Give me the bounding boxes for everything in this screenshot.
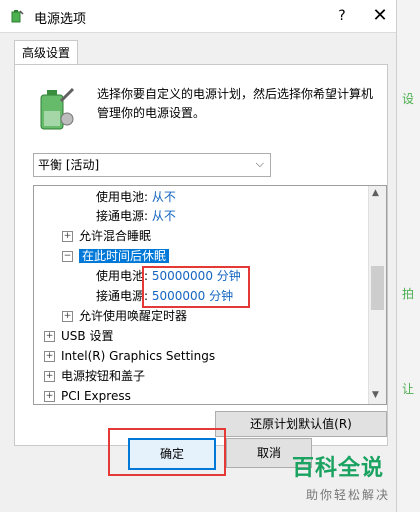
title-bar[interactable]: 电源选项 ? ✕: [0, 0, 396, 33]
expand-icon[interactable]: +: [44, 371, 55, 382]
tree-row-power-buttons-lid[interactable]: + 电源按钮和盖子: [44, 367, 145, 386]
tab-advanced-settings[interactable]: 高级设置: [14, 40, 78, 65]
tree-row-label: 接通电源:: [96, 209, 149, 223]
expand-icon[interactable]: +: [44, 391, 55, 402]
watermark-title: 百科全说: [292, 456, 385, 481]
tree-row-intel-graphics[interactable]: + Intel(R) Graphics Settings: [44, 347, 215, 366]
close-button[interactable]: ✕: [368, 3, 392, 29]
scroll-down-icon[interactable]: ▼: [372, 390, 379, 400]
tree-row-sleep-battery[interactable]: 使用电池: 从不: [96, 188, 176, 207]
power-plan-icon: [40, 87, 75, 130]
tree-row-wake-timers[interactable]: + 允许使用唤醒定时器: [62, 307, 187, 326]
tree-row-pci-express[interactable]: + PCI Express: [44, 387, 131, 404]
tab-strip: 高级设置: [14, 40, 386, 65]
tree-row-label: USB 设置: [61, 329, 114, 343]
strip-text-1: 设: [402, 92, 415, 106]
advanced-settings-panel: 选择你要自定义的电源计划，然后选择你希望计算机管理你的电源设置。 平衡 [活动]…: [14, 64, 388, 446]
watermark-subtitle: 助你轻松解决: [306, 488, 391, 502]
tree-row-label: 接通电源:: [96, 289, 149, 303]
tree-row-value[interactable]: 从不: [152, 190, 176, 204]
description-text: 选择你要自定义的电源计划，然后选择你希望计算机管理你的电源设置。: [97, 87, 374, 120]
watermark: 百科全说 助你轻松解决: [292, 450, 412, 510]
expand-icon[interactable]: +: [62, 231, 73, 242]
tree-row-hibernate-after[interactable]: − 在此时间后休眠: [62, 247, 170, 266]
help-button[interactable]: ?: [330, 3, 354, 29]
tree-row-label: 电源按钮和盖子: [61, 369, 146, 383]
expand-icon[interactable]: +: [44, 331, 55, 342]
tree-row-label: PCI Express: [61, 389, 131, 403]
battery-app-icon: [11, 10, 24, 23]
collapse-icon[interactable]: −: [62, 251, 73, 262]
annotation-box-ok: [108, 428, 226, 476]
power-options-dialog: 电源选项 ? ✕ 高级设置 选择你要自定义的电源计划，然后选择你希望计算机管理你…: [0, 0, 396, 512]
annotation-box-values: [142, 266, 250, 308]
scroll-thumb[interactable]: [371, 266, 384, 310]
tree-row-label: 使用电池:: [96, 190, 149, 204]
tree-row-hybrid-sleep[interactable]: + 允许混合睡眠: [62, 227, 151, 246]
power-plan-value: 平衡 [活动]: [38, 158, 100, 172]
tree-row-sleep-ac[interactable]: 接通电源: 从不: [96, 207, 176, 226]
tree-row-value[interactable]: 从不: [152, 209, 176, 223]
scroll-up-icon[interactable]: ▲: [372, 188, 379, 198]
expand-icon[interactable]: +: [62, 311, 73, 322]
window-title: 电源选项: [34, 12, 87, 27]
chevron-down-icon: ⌵: [255, 157, 264, 170]
tree-row-label: 使用电池:: [96, 269, 149, 283]
restore-defaults-button[interactable]: 还原计划默认值(R): [215, 411, 387, 437]
tree-row-label-selected: 在此时间后休眠: [79, 249, 170, 263]
power-plan-select[interactable]: 平衡 [活动] ⌵: [33, 153, 271, 177]
tree-scrollbar[interactable]: ▲ ▼: [368, 186, 386, 404]
tree-row-usb-settings[interactable]: + USB 设置: [44, 327, 113, 346]
tree-row-label: 允许使用唤醒定时器: [79, 309, 188, 323]
expand-icon[interactable]: +: [44, 351, 55, 362]
strip-text-4: 让: [402, 382, 415, 396]
strip-text-2: 拍: [402, 287, 415, 301]
tree-row-label: 允许混合睡眠: [79, 229, 152, 243]
background-window-strip: 设 拍 设 让: [396, 0, 420, 512]
tree-row-label: Intel(R) Graphics Settings: [61, 349, 216, 363]
